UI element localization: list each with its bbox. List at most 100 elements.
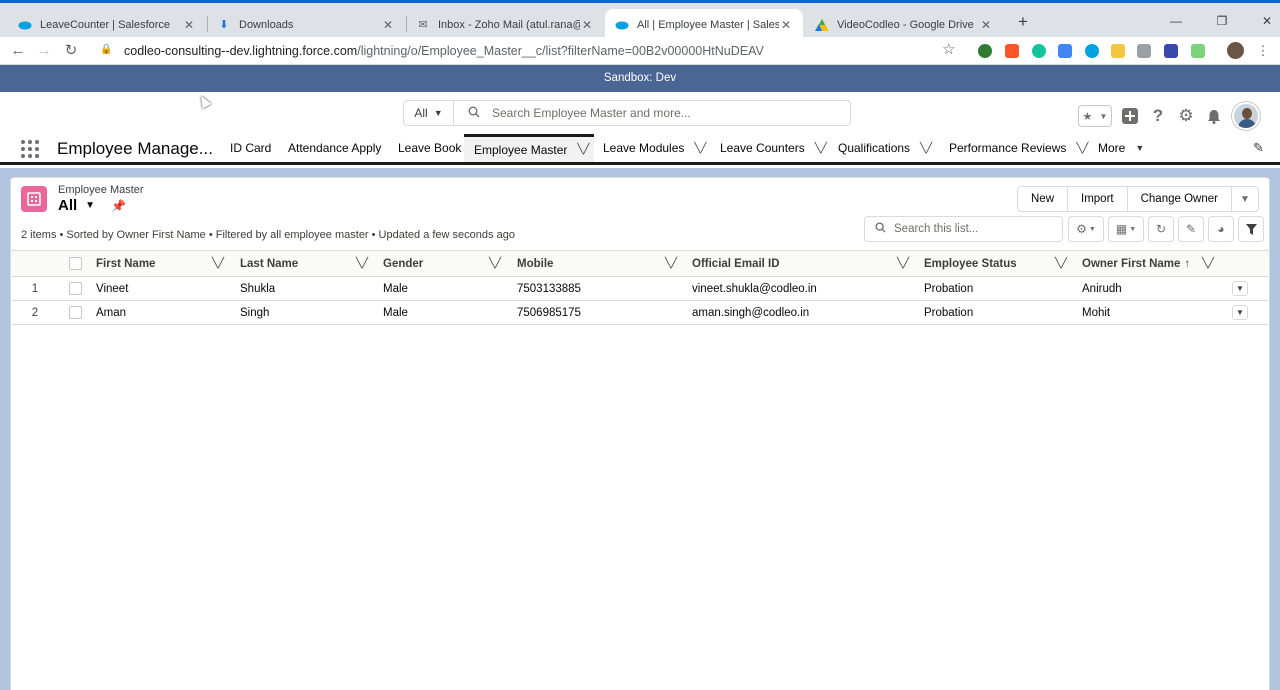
extension-icon[interactable] [1005, 44, 1019, 58]
close-icon[interactable]: ✕ [381, 18, 395, 32]
column-header-first-name[interactable]: First Name ╲╱ [96, 251, 230, 276]
nav-item-performance-reviews[interactable]: Performance Reviews ╲╱ [949, 134, 1088, 162]
import-button[interactable]: Import [1068, 187, 1128, 211]
row-checkbox[interactable] [69, 277, 83, 300]
notification-bell-icon[interactable] [1204, 106, 1224, 126]
favorites-button[interactable]: ★ ▼ [1078, 105, 1112, 127]
more-actions-dropdown-icon[interactable]: ▼ [1232, 187, 1258, 211]
column-header-owner-first-name[interactable]: Owner First Name ↑ ╲╱ [1082, 251, 1220, 276]
cell-official-email[interactable]: vineet.shukla@codleo.in [692, 277, 817, 300]
chevron-down-icon[interactable]: ╲╱ [665, 258, 677, 269]
list-settings-gear-icon[interactable]: ⚙ ▼ [1068, 216, 1104, 242]
column-header-gender[interactable]: Gender ╲╱ [383, 251, 507, 276]
edit-nav-pencil-icon[interactable]: ✎ [1253, 140, 1264, 156]
nav-item-more[interactable]: More ▼ [1098, 134, 1144, 162]
list-view-selector[interactable]: All ▼ [58, 197, 95, 214]
nav-item-employee-master[interactable]: Employee Master ╲╱ [464, 134, 594, 162]
browser-tab-google-drive[interactable]: VideoCodleo - Google Drive ✕ [805, 9, 1003, 40]
browser-tab-zoho-mail[interactable]: ✉ Inbox - Zoho Mail (atul.rana@co ✕ [406, 9, 604, 40]
select-all-checkbox[interactable] [69, 251, 83, 276]
new-tab-plus-icon[interactable]: + [1013, 12, 1033, 32]
nav-item-id-card[interactable]: ID Card [230, 134, 271, 162]
row-checkbox[interactable] [69, 301, 83, 324]
close-icon[interactable]: ✕ [979, 18, 993, 32]
pin-icon[interactable]: 📌 [111, 199, 126, 213]
edit-list-pencil-icon[interactable]: ✎ [1178, 216, 1204, 242]
new-button[interactable]: New [1018, 187, 1069, 211]
chevron-down-icon[interactable]: ╲╱ [897, 258, 909, 269]
global-search-input[interactable]: Search Employee Master and more... [453, 100, 851, 126]
profile-avatar[interactable] [1227, 42, 1244, 59]
caret-down-icon: ▼ [1135, 143, 1145, 153]
menu-dots-icon[interactable]: ⋮ [1252, 40, 1274, 62]
add-icon[interactable] [1120, 106, 1140, 126]
extension-icon[interactable] [978, 44, 992, 58]
column-header-mobile[interactable]: Mobile ╲╱ [517, 251, 683, 276]
chevron-down-icon[interactable]: ╲╱ [694, 143, 706, 154]
extension-icon[interactable] [1164, 44, 1178, 58]
bookmark-star-icon[interactable]: ☆ [942, 40, 955, 58]
cell-official-email[interactable]: aman.singh@codleo.in [692, 301, 809, 324]
close-icon[interactable]: ✕ [779, 18, 793, 32]
extension-icon[interactable] [1032, 44, 1046, 58]
browser-toolbar: ← → ↻ 🔒 codleo-consulting--dev.lightning… [0, 37, 1280, 65]
browser-tab-employee-master[interactable]: All | Employee Master | Salesforce ✕ [605, 9, 803, 40]
search-scope-select[interactable]: All ▼ [403, 100, 453, 126]
chevron-down-icon[interactable]: ╲╱ [577, 144, 589, 155]
chevron-down-icon[interactable]: ╲╱ [1055, 258, 1067, 269]
nav-item-attendance-apply[interactable]: Attendance Apply [288, 134, 381, 162]
chevron-down-icon[interactable]: ╲╱ [356, 258, 368, 269]
cell-employee-status: Probation [924, 282, 974, 295]
minimize-icon[interactable]: — [1161, 11, 1191, 31]
column-header-official-email[interactable]: Official Email ID ╲╱ [692, 251, 915, 276]
forward-arrow-icon[interactable]: → [33, 40, 55, 62]
restore-icon[interactable]: ❐ [1207, 11, 1237, 31]
row-actions-dropdown-icon[interactable]: ▼ [1232, 305, 1248, 320]
page-body: Employee Master All ▼ 📌 New Import Chang… [0, 168, 1280, 690]
nav-item-qualifications[interactable]: Qualifications ╲╱ [838, 134, 932, 162]
chevron-down-icon[interactable]: ╲╱ [1076, 143, 1088, 154]
nav-item-leave-modules[interactable]: Leave Modules ╲╱ [603, 134, 706, 162]
chevron-down-icon[interactable]: ╲╱ [920, 143, 932, 154]
app-launcher-icon[interactable] [21, 140, 39, 158]
reload-icon[interactable]: ↻ [60, 40, 82, 62]
close-icon[interactable]: ✕ [580, 18, 594, 32]
gear-icon[interactable]: ⚙ [1176, 106, 1196, 126]
column-header-employee-status[interactable]: Employee Status ╲╱ [924, 251, 1073, 276]
search-icon [468, 106, 480, 121]
nav-item-leave-counters[interactable]: Leave Counters ╲╱ [720, 134, 827, 162]
extension-icon[interactable] [1085, 44, 1099, 58]
close-icon[interactable]: ✕ [182, 18, 196, 32]
chart-icon[interactable]: ◕ [1208, 216, 1234, 242]
chevron-down-icon[interactable]: ╲╱ [212, 258, 224, 269]
chevron-down-icon[interactable]: ╲╱ [815, 143, 827, 154]
user-avatar[interactable] [1232, 102, 1260, 130]
nav-item-leave-book[interactable]: Leave Book [398, 134, 461, 162]
chevron-down-icon[interactable]: ╲╱ [489, 258, 501, 269]
employee-master-object-icon [21, 186, 47, 212]
extension-icon[interactable] [1191, 44, 1205, 58]
column-header-last-name[interactable]: Last Name ╲╱ [240, 251, 374, 276]
filter-icon[interactable] [1238, 216, 1264, 242]
chevron-down-icon[interactable]: ╲╱ [1202, 258, 1214, 269]
address-bar[interactable]: 🔒 codleo-consulting--dev.lightning.force… [92, 39, 967, 63]
display-as-table-icon[interactable]: ▦ ▼ [1108, 216, 1144, 242]
extension-icon[interactable] [1058, 44, 1072, 58]
cell-first-name[interactable]: Aman [96, 301, 126, 324]
browser-tab-downloads[interactable]: ⬇ Downloads ✕ [207, 9, 405, 40]
back-arrow-icon[interactable]: ← [7, 40, 29, 62]
cell-first-name[interactable]: Vineet [96, 277, 128, 300]
search-icon [875, 222, 886, 236]
close-window-icon[interactable]: ✕ [1252, 11, 1280, 31]
extension-icon[interactable] [1111, 44, 1125, 58]
list-search-input[interactable]: Search this list... [864, 216, 1063, 242]
refresh-icon[interactable]: ↻ [1148, 216, 1174, 242]
app-name: Employee Manage... [57, 139, 213, 158]
camera-icon[interactable] [1137, 44, 1151, 58]
help-icon[interactable]: ? [1148, 106, 1168, 126]
list-search-placeholder: Search this list... [894, 223, 979, 235]
browser-tab-leavecounter[interactable]: LeaveCounter | Salesforce ✕ [8, 9, 206, 40]
row-actions-dropdown-icon[interactable]: ▼ [1232, 281, 1248, 296]
nav-item-label: Leave Book [398, 141, 462, 155]
change-owner-button[interactable]: Change Owner [1128, 187, 1232, 211]
